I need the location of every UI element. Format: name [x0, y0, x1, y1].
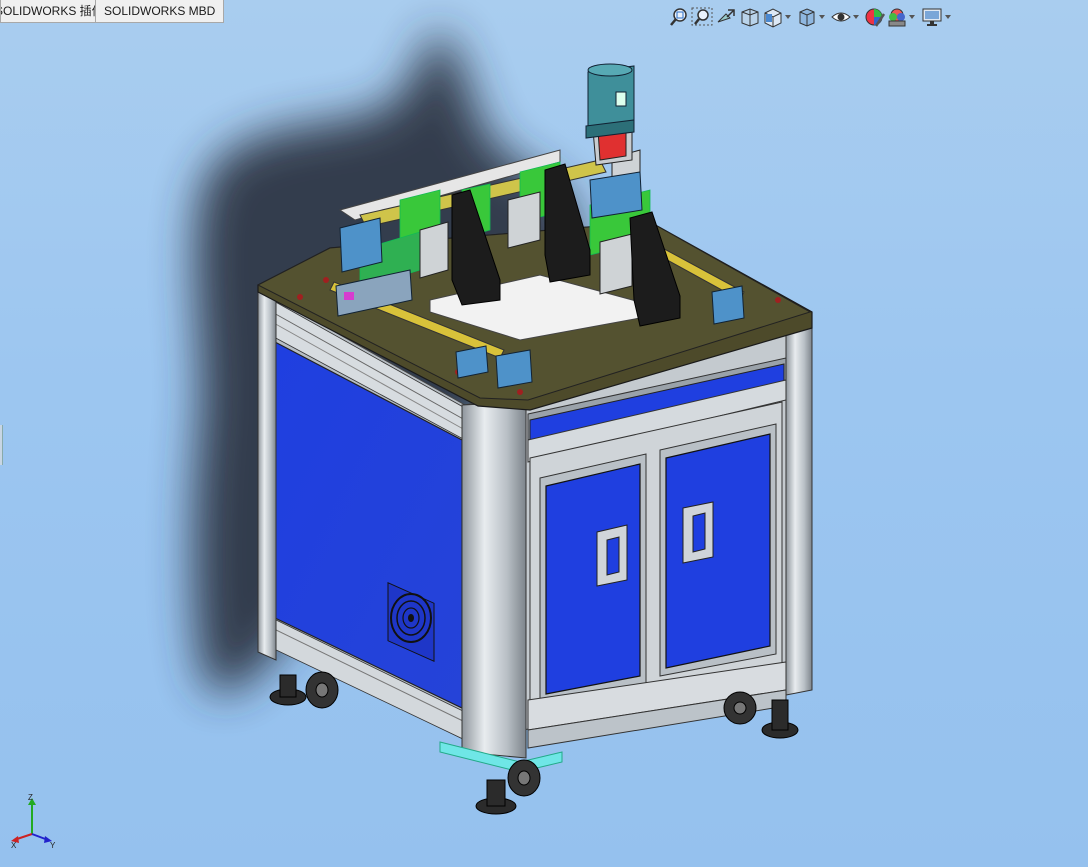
panel-collapse-handle[interactable] [0, 425, 3, 465]
door-handle-left [596, 524, 628, 587]
tab-solidworks-mbd[interactable]: SOLIDWORKS MBD [96, 0, 225, 23]
section-view-icon[interactable] [738, 6, 762, 28]
door-handle-right [682, 501, 714, 564]
tab-solidworks-addins[interactable]: SOLIDWORKS 插件 [0, 0, 96, 23]
apply-scene-icon[interactable] [886, 6, 916, 28]
reference-triad: Z X Y [11, 793, 56, 848]
triad-z-label: Z [28, 793, 33, 802]
heads-up-view-toolbar [668, 6, 952, 28]
previous-view-icon[interactable] [714, 6, 738, 28]
zoom-to-fit-icon[interactable] [668, 6, 690, 28]
hide-show-items-icon[interactable] [830, 6, 860, 28]
edit-appearance-icon[interactable] [864, 6, 886, 28]
zoom-to-area-icon[interactable] [690, 6, 714, 28]
display-style-icon[interactable] [796, 6, 826, 28]
view-orientation-icon[interactable] [762, 6, 792, 28]
view-settings-icon[interactable] [920, 6, 952, 28]
triad-x-label: X [11, 841, 17, 848]
command-manager-tabs: SOLIDWORKS 插件 SOLIDWORKS MBD [0, 0, 225, 24]
triad-y-label: Y [50, 841, 56, 848]
model-viewport[interactable] [0, 0, 1088, 867]
servo-motor [585, 63, 635, 166]
